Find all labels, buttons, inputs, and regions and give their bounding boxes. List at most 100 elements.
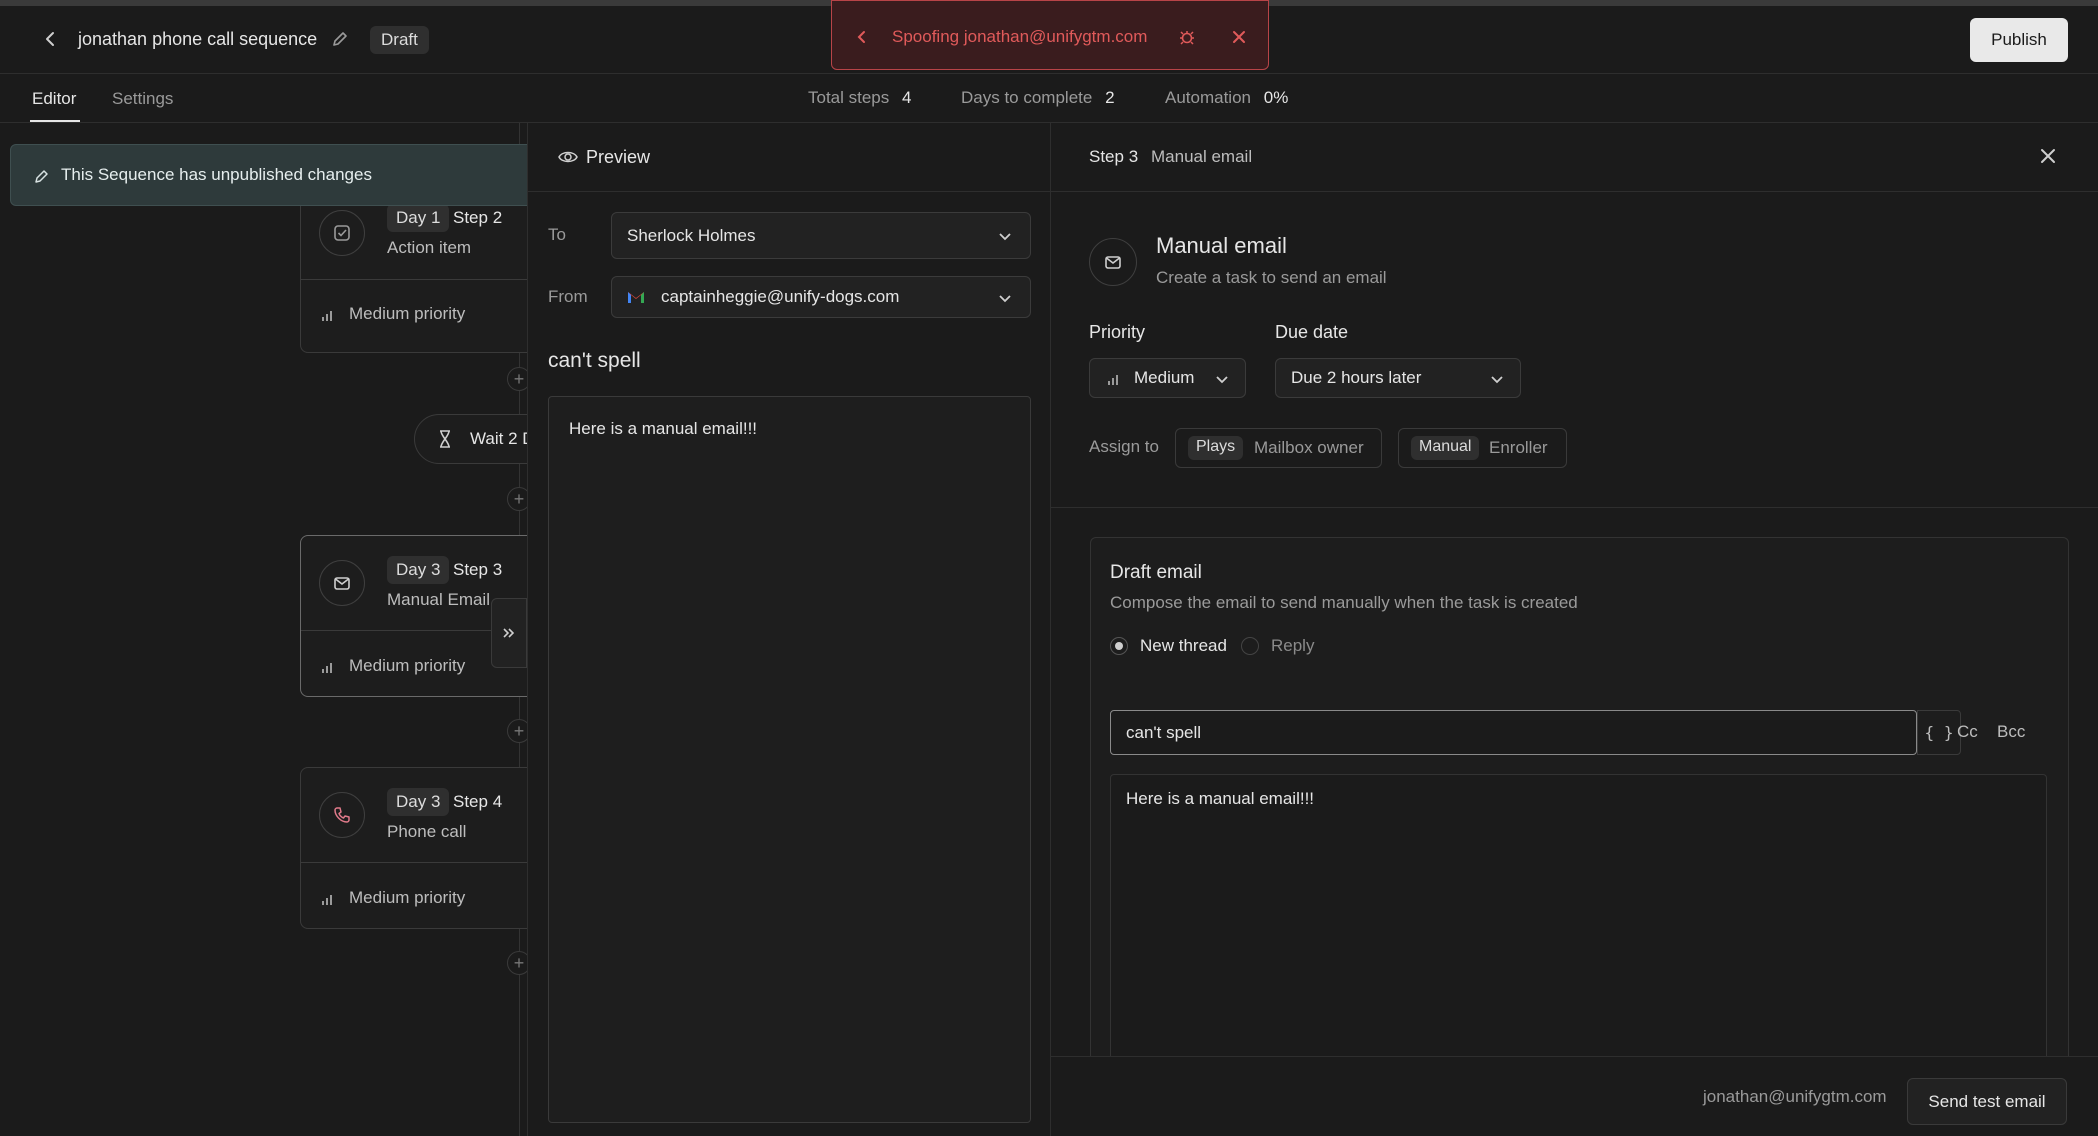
to-value: Sherlock Holmes bbox=[627, 226, 756, 245]
from-select[interactable]: captainheggie@unify-dogs.com bbox=[611, 276, 1031, 318]
assign-tag: Plays bbox=[1188, 436, 1244, 460]
tab-editor[interactable]: Editor bbox=[32, 89, 76, 109]
editor-subtitle: Create a task to send an email bbox=[1156, 268, 1387, 287]
edit-pencil-icon[interactable] bbox=[330, 29, 350, 49]
sequence-canvas: Day 1 Step 2 Action item Medium priority… bbox=[0, 123, 527, 1136]
radio-new-thread-label: New thread bbox=[1140, 636, 1227, 655]
due-date-value: Due 2 hours later bbox=[1291, 368, 1422, 387]
add-step-button[interactable]: + bbox=[507, 367, 527, 391]
stat-automation-label: Automation bbox=[1165, 88, 1251, 107]
editor-step-type: Manual email bbox=[1151, 147, 1253, 166]
step-card[interactable]: Day 3 Step 4 Phone call Medium priority bbox=[300, 767, 527, 929]
from-label: From bbox=[548, 287, 588, 306]
mail-icon bbox=[319, 560, 365, 606]
tab-settings[interactable]: Settings bbox=[112, 89, 173, 109]
step-day-badge: Day 3 bbox=[387, 788, 450, 816]
spoof-banner: Spoofing jonathan@unifygtm.com bbox=[831, 0, 1269, 70]
assign-option-plays[interactable]: Plays Mailbox owner bbox=[1175, 428, 1382, 468]
step-priority: Medium priority bbox=[349, 888, 466, 907]
notice-text: This Sequence has unpublished changes bbox=[61, 165, 372, 184]
priority-bars-icon bbox=[321, 892, 335, 906]
preview-body: Here is a manual email!!! bbox=[569, 419, 758, 438]
phone-icon bbox=[319, 792, 365, 838]
assign-value: Mailbox owner bbox=[1254, 438, 1364, 457]
add-step-button[interactable]: + bbox=[507, 719, 527, 743]
preview-panel: Preview To Sherlock Holmes From captainh… bbox=[527, 123, 1051, 1136]
expand-preview-button[interactable] bbox=[491, 598, 527, 668]
assign-option-manual[interactable]: Manual Enroller bbox=[1398, 428, 1567, 468]
radio-reply[interactable]: Reply bbox=[1241, 636, 1314, 656]
stat-automation: Automation 0% bbox=[1165, 88, 1288, 108]
add-step-button[interactable]: + bbox=[507, 951, 527, 975]
chevron-down-icon bbox=[1490, 372, 1504, 386]
send-test-email-button[interactable]: Send test email bbox=[1907, 1078, 2067, 1125]
unpublished-notice: This Sequence has unpublished changes bbox=[10, 144, 527, 206]
to-label: To bbox=[548, 225, 566, 244]
tab-editor-underline bbox=[30, 120, 80, 122]
step-priority: Medium priority bbox=[349, 656, 466, 675]
radio-unselected bbox=[1241, 637, 1259, 655]
priority-bars-icon bbox=[321, 660, 335, 674]
footer-email: jonathan@unifygtm.com bbox=[1703, 1087, 1887, 1106]
radio-new-thread[interactable]: New thread bbox=[1110, 636, 1227, 656]
back-icon[interactable] bbox=[40, 28, 62, 50]
cc-button[interactable]: Cc bbox=[1957, 722, 1978, 742]
card-divider bbox=[301, 862, 527, 863]
spoof-back-icon[interactable] bbox=[854, 29, 870, 45]
add-step-button[interactable]: + bbox=[507, 487, 527, 511]
preview-header: Preview bbox=[528, 123, 1051, 192]
priority-bars-icon bbox=[1107, 372, 1121, 386]
draft-title: Draft email bbox=[1110, 562, 1202, 583]
action-item-icon bbox=[319, 210, 365, 256]
step-type: Action item bbox=[387, 238, 472, 257]
assign-label: Assign to bbox=[1089, 437, 1159, 456]
body-editor[interactable]: Here is a manual email!!! bbox=[1110, 774, 2047, 1066]
step-card[interactable]: Day 1 Step 2 Action item Medium priority bbox=[300, 191, 527, 353]
step-priority: Medium priority bbox=[349, 304, 466, 323]
preview-body-box: Here is a manual email!!! bbox=[548, 396, 1031, 1123]
pencil-icon bbox=[33, 167, 51, 185]
bug-icon[interactable] bbox=[1178, 28, 1196, 46]
subject-input-value: can't spell bbox=[1126, 723, 1202, 742]
to-select[interactable]: Sherlock Holmes bbox=[611, 212, 1031, 259]
due-date-label: Due date bbox=[1275, 322, 1349, 342]
wait-label: Wait 2 D bbox=[470, 429, 527, 448]
priority-bars-icon bbox=[321, 308, 335, 322]
editor-step-label: Step 3 bbox=[1089, 147, 1139, 166]
step-day-badge: Day 3 bbox=[387, 556, 450, 584]
stat-days: Days to complete 2 bbox=[961, 88, 1115, 108]
stat-total-steps: Total steps 4 bbox=[808, 88, 911, 108]
priority-label: Priority bbox=[1089, 322, 1146, 342]
publish-button[interactable]: Publish bbox=[1970, 18, 2068, 62]
preview-subject: can't spell bbox=[548, 349, 641, 372]
spoof-close-icon[interactable] bbox=[1231, 29, 1247, 45]
wait-pill[interactable]: Wait 2 D bbox=[414, 414, 527, 464]
editor-header: Step 3 Manual email bbox=[1051, 123, 2098, 192]
mail-icon bbox=[1089, 238, 1137, 286]
header-bar: jonathan phone call sequence Draft Spoof… bbox=[0, 0, 2098, 74]
chevron-down-icon bbox=[998, 291, 1012, 305]
priority-select[interactable]: Medium bbox=[1089, 358, 1246, 398]
due-date-select[interactable]: Due 2 hours later bbox=[1275, 358, 1521, 398]
card-divider bbox=[301, 279, 527, 280]
step-type: Phone call bbox=[387, 822, 467, 841]
variables-button[interactable]: { } bbox=[1917, 710, 1961, 755]
subject-input[interactable]: can't spell bbox=[1110, 710, 1917, 755]
priority-value: Medium bbox=[1134, 368, 1195, 387]
eye-icon bbox=[558, 149, 578, 165]
draft-email-card: Draft email Compose the email to send ma… bbox=[1090, 537, 2069, 1067]
bcc-button[interactable]: Bcc bbox=[1997, 722, 2025, 742]
editor-footer: jonathan@unifygtm.com Send test email bbox=[1051, 1056, 2098, 1136]
step-number: Step 3 bbox=[453, 560, 503, 579]
stat-automation-value: 0% bbox=[1263, 88, 1289, 107]
draft-subtitle: Compose the email to send manually when … bbox=[1110, 593, 1578, 612]
stat-days-label: Days to complete bbox=[961, 88, 1093, 107]
assign-tag: Manual bbox=[1411, 436, 1480, 460]
double-chevron-right-icon bbox=[503, 628, 515, 638]
chevron-down-icon bbox=[998, 229, 1012, 243]
step-day-badge: Day 1 bbox=[387, 204, 450, 232]
assign-value: Enroller bbox=[1489, 438, 1548, 457]
from-value: captainheggie@unify-dogs.com bbox=[661, 287, 900, 306]
stat-total-steps-value: 4 bbox=[902, 88, 912, 107]
close-icon[interactable] bbox=[2038, 146, 2058, 166]
